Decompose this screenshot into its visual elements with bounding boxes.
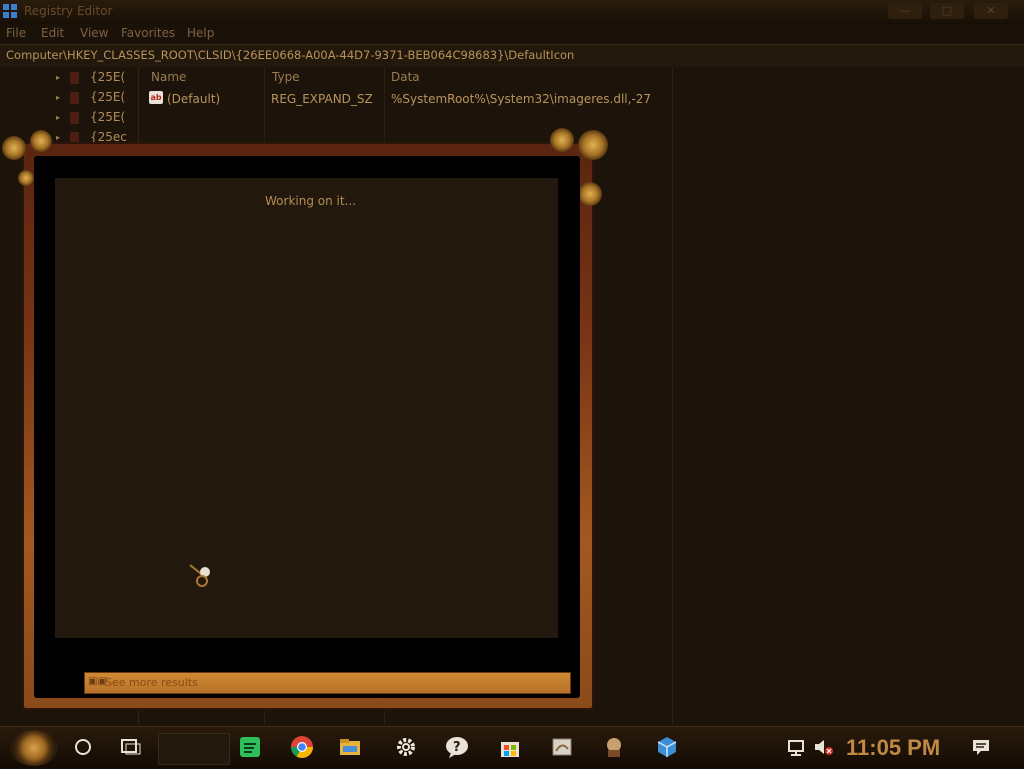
tree-item[interactable]: ▸ {25E( — [56, 69, 136, 87]
spotify-icon[interactable] — [238, 735, 262, 759]
folder-icon — [70, 112, 79, 124]
gear-icon — [578, 182, 602, 206]
menu-view[interactable]: View — [80, 26, 108, 40]
busy-cursor-icon — [189, 564, 210, 587]
taskbar: ? 11:05 PM — [0, 726, 1024, 769]
menu-help[interactable]: Help — [187, 26, 214, 40]
see-more-results-button[interactable]: ▣▣ See more results — [84, 672, 571, 694]
store-icon[interactable] — [498, 735, 522, 759]
column-divider[interactable] — [672, 67, 673, 725]
value-type[interactable]: REG_EXPAND_SZ — [271, 92, 373, 106]
chrome-icon[interactable] — [290, 735, 314, 759]
tree-item-label: {25E( — [90, 90, 126, 104]
column-header-name[interactable]: Name — [151, 70, 186, 88]
expand-arrow-icon[interactable]: ▸ — [56, 133, 60, 142]
gear-icon — [18, 170, 34, 186]
volume-muted-icon[interactable] — [811, 735, 835, 759]
task-view-icon[interactable] — [118, 735, 142, 759]
value-name[interactable]: (Default) — [167, 92, 220, 106]
menu-bar: File Edit View Favorites Help — [0, 24, 1024, 44]
gear-icon — [578, 130, 608, 160]
folder-icon — [70, 92, 79, 104]
paint-icon[interactable] — [550, 735, 574, 759]
notification-icon[interactable] — [969, 735, 993, 759]
close-button[interactable]: ✕ — [974, 3, 1008, 19]
cortana-circle-icon[interactable] — [71, 735, 95, 759]
registry-editor-icon — [3, 4, 17, 18]
see-more-results-label: See more results — [105, 676, 198, 689]
tree-item-label: {25E( — [90, 110, 126, 124]
string-value-icon: ab — [149, 91, 163, 104]
value-data[interactable]: %SystemRoot%\System32\imageres.dll,-27 — [391, 92, 651, 106]
title-bar: Registry Editor — □ ✕ — [0, 0, 1024, 24]
network-icon[interactable] — [785, 735, 809, 759]
3d-box-icon[interactable] — [655, 735, 679, 759]
settings-gear-icon[interactable] — [394, 735, 418, 759]
expand-arrow-icon[interactable]: ▸ — [56, 73, 60, 82]
menu-favorites[interactable]: Favorites — [121, 26, 175, 40]
file-explorer-icon[interactable] — [338, 735, 362, 759]
gear-icon — [2, 136, 26, 160]
app-icon[interactable] — [602, 735, 626, 759]
address-bar[interactable]: Computer\HKEY_CLASSES_ROOT\CLSID\{26EE06… — [0, 44, 1024, 68]
folder-icon — [70, 72, 79, 84]
tree-item-label: {25E( — [90, 70, 126, 84]
maximize-button[interactable]: □ — [930, 3, 964, 19]
taskbar-clock[interactable]: 11:05 PM — [846, 735, 940, 761]
taskbar-search-box[interactable] — [158, 733, 230, 765]
gear-icon — [550, 128, 574, 152]
window-title: Registry Editor — [24, 4, 113, 18]
minimize-button[interactable]: — — [888, 3, 922, 19]
menu-edit[interactable]: Edit — [41, 26, 64, 40]
start-orb-icon[interactable] — [10, 730, 58, 766]
search-status-text: Working on it... — [265, 194, 357, 208]
address-path[interactable]: Computer\HKEY_CLASSES_ROOT\CLSID\{26EE06… — [6, 48, 574, 62]
svg-text:?: ? — [453, 740, 461, 755]
menu-file[interactable]: File — [6, 26, 26, 40]
help-icon[interactable]: ? — [445, 735, 469, 759]
tree-item[interactable]: ▸ {25E( — [56, 109, 136, 127]
gear-icon — [30, 130, 52, 152]
expand-arrow-icon[interactable]: ▸ — [56, 93, 60, 102]
column-header-type[interactable]: Type — [272, 70, 300, 88]
expand-arrow-icon[interactable]: ▸ — [56, 113, 60, 122]
search-results-area — [55, 178, 558, 638]
tree-item[interactable]: ▸ {25E( — [56, 89, 136, 107]
column-header-data[interactable]: Data — [391, 70, 420, 88]
